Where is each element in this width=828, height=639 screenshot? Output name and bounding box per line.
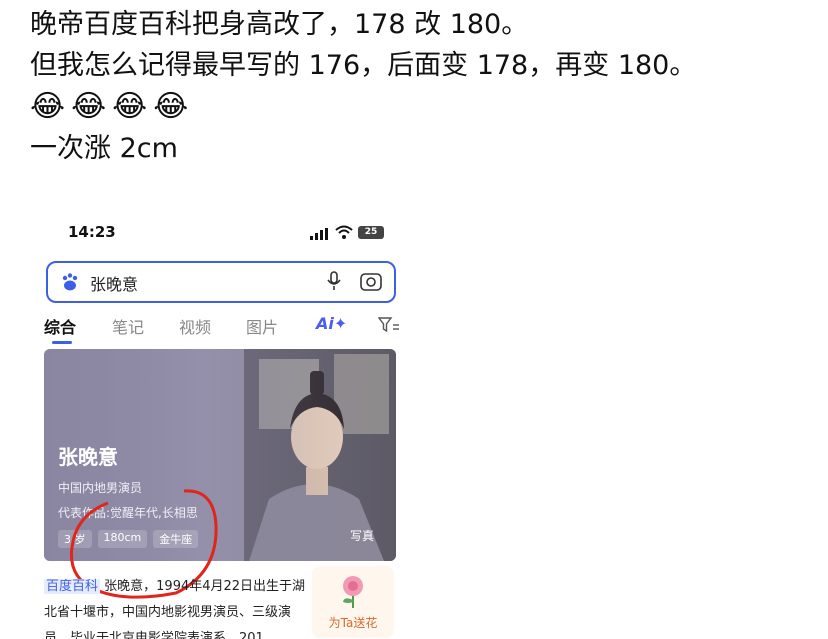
post-line-2: 但我怎么记得最早写的 176，后面变 178，再变 180。 xyxy=(30,50,697,81)
photo-label[interactable]: 写真 xyxy=(350,527,374,544)
status-bar: 14:23 25 xyxy=(30,220,410,244)
mic-icon[interactable] xyxy=(326,271,342,291)
encyclopedia-snippet[interactable]: 百度百科 张晚意，1994年4月22日出生于湖北省十堰市，中国内地影视男演员、三… xyxy=(44,574,310,639)
send-flower-button[interactable]: 为Ta送花 xyxy=(312,566,394,638)
search-bar[interactable]: 张晚意 xyxy=(46,261,396,303)
tab-all[interactable]: 综合 xyxy=(44,314,76,338)
active-tab-indicator xyxy=(52,341,72,344)
post-line-3: 一次涨 2cm xyxy=(30,133,178,164)
laughing-crying-emoji: 😂 xyxy=(153,89,189,124)
embedded-phone-screenshot: 14:23 25 张晚意 综合 笔记 视频 图片 Ai✦ 张晚意 中国内地男演员… xyxy=(30,210,410,639)
tab-ai[interactable]: Ai✦ xyxy=(316,314,347,333)
tab-video[interactable]: 视频 xyxy=(179,314,211,338)
emoji-row: 😂 😂 😂 😂 xyxy=(30,86,820,128)
filter-icon[interactable] xyxy=(378,316,400,334)
tab-notes[interactable]: 笔记 xyxy=(112,314,144,338)
laughing-crying-emoji: 😂 xyxy=(112,89,148,124)
post-line-1: 晚帝百度百科把身高改了，178 改 180。 xyxy=(30,9,529,40)
post-text: 晚帝百度百科把身高改了，178 改 180。 但我怎么记得最早写的 176，后面… xyxy=(30,4,820,169)
laughing-crying-emoji: 😂 xyxy=(71,89,107,124)
laughing-crying-emoji: 😂 xyxy=(30,89,66,124)
result-tabs: 综合 笔记 视频 图片 Ai✦ xyxy=(44,314,404,346)
wifi-icon xyxy=(335,225,353,239)
tab-images[interactable]: 图片 xyxy=(246,314,278,338)
person-name: 张晚意 xyxy=(58,445,118,469)
source-badge: 百度百科 xyxy=(44,579,101,594)
battery-icon: 25 xyxy=(358,226,384,239)
search-input[interactable]: 张晚意 xyxy=(90,271,138,295)
send-flower-label: 为Ta送花 xyxy=(328,616,378,630)
flower-icon xyxy=(343,576,363,608)
signal-icon xyxy=(310,228,328,240)
status-time: 14:23 xyxy=(68,223,116,241)
camera-icon[interactable] xyxy=(360,271,382,291)
baidu-paw-icon xyxy=(62,273,78,291)
